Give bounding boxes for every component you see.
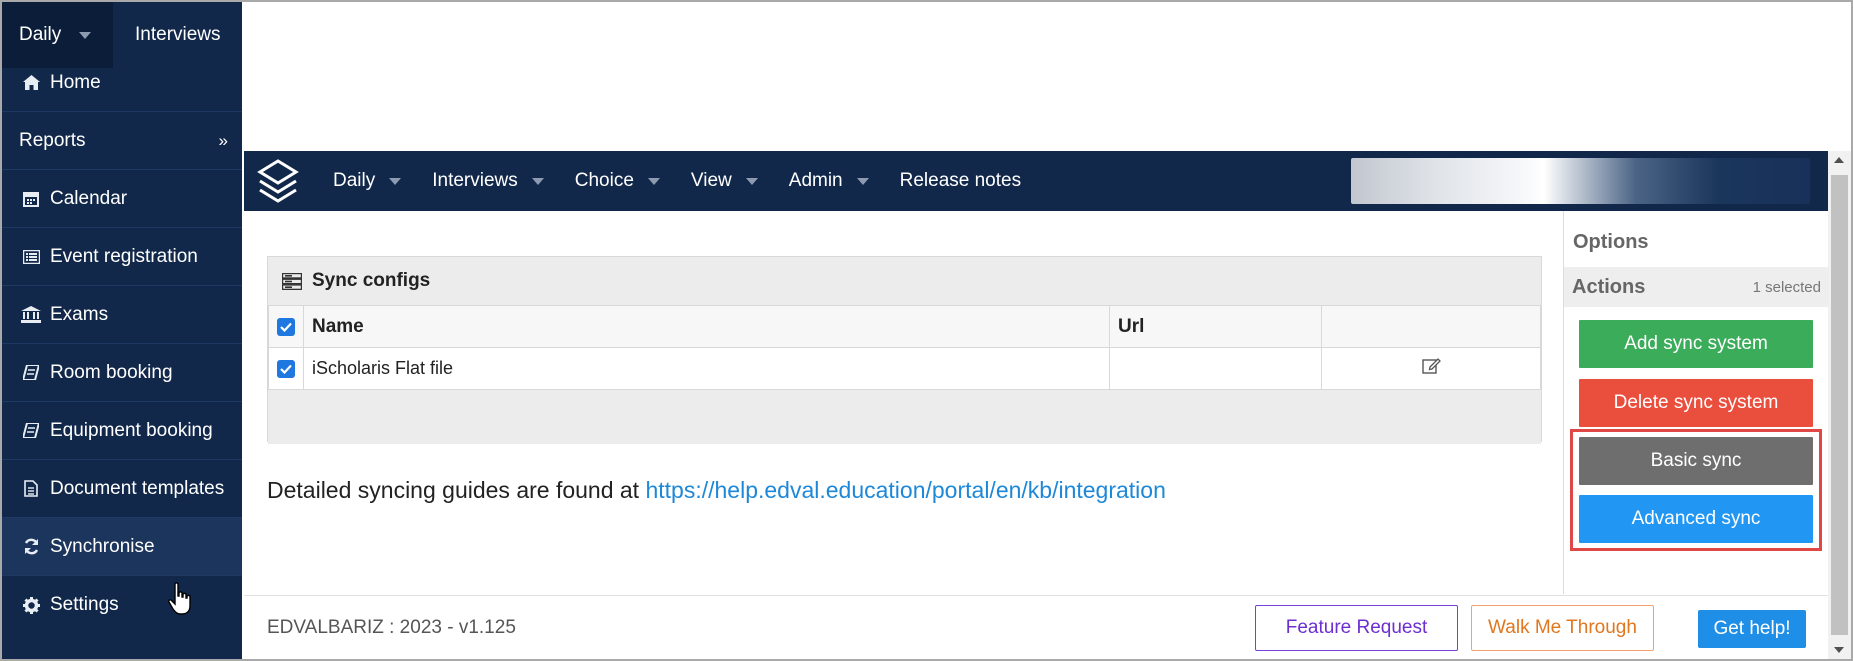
nav-choice[interactable]: Choice — [564, 151, 680, 211]
version-text: EDVALBARIZ : 2023 - v1.125 — [267, 617, 516, 638]
server-icon — [282, 272, 302, 290]
sidebar-item-synchronise[interactable]: Synchronise — [2, 518, 242, 576]
column-header-edit — [1321, 305, 1541, 348]
sidebar-item-label: Calendar — [50, 187, 128, 209]
guide-text: Detailed syncing guides are found at — [267, 477, 646, 503]
actions-label: Actions — [1572, 275, 1646, 298]
row-name: iScholaris Flat file — [303, 347, 1110, 390]
nav-release-notes[interactable]: Release notes — [889, 151, 1033, 211]
sync-guide-text: Detailed syncing guides are found at htt… — [267, 477, 1166, 504]
top-navbar: Daily Interviews Choice View Admin Relea… — [244, 151, 1828, 211]
walk-me-through-button[interactable]: Walk Me Through — [1471, 605, 1654, 651]
sidebar-item-label: Reports — [19, 129, 86, 151]
chevron-right-icon: » — [218, 130, 228, 150]
refresh-icon — [20, 538, 42, 555]
guide-link[interactable]: https://help.edval.education/portal/en/k… — [645, 477, 1165, 503]
sidebar-item-label: Settings — [50, 594, 119, 615]
edit-icon[interactable] — [1421, 358, 1441, 379]
page-footer: EDVALBARIZ : 2023 - v1.125 Feature Reque… — [244, 595, 1828, 659]
hand-cursor-icon — [168, 582, 191, 615]
sidebar-item-label: Equipment booking — [50, 419, 213, 441]
select-all-checkbox[interactable] — [277, 317, 295, 336]
sidebar-item-equipment-booking[interactable]: Equipment booking — [2, 402, 242, 460]
table-row[interactable]: iScholaris Flat file — [268, 347, 1541, 390]
caret-down-icon — [531, 177, 544, 185]
nav-view[interactable]: View — [680, 151, 778, 211]
calendar-icon — [20, 191, 42, 207]
nav-label: View — [690, 170, 732, 191]
column-header-url[interactable]: Url — [1109, 305, 1322, 348]
row-edit-cell — [1321, 347, 1541, 390]
sidebar-item-label: Synchronise — [50, 535, 155, 557]
row-checkbox-cell — [268, 347, 304, 390]
table-header-row: Name Url — [268, 305, 1541, 348]
scroll-up-icon[interactable] — [1834, 157, 1844, 163]
nav-admin[interactable]: Admin — [778, 151, 889, 211]
sidebar-item-settings[interactable]: Settings — [2, 576, 242, 634]
selected-count: 1 selected — [1752, 278, 1821, 296]
caret-down-icon — [745, 177, 758, 185]
list-icon — [20, 249, 42, 264]
gear-icon — [20, 596, 42, 614]
add-sync-system-button[interactable]: Add sync system — [1579, 320, 1813, 368]
panel-title: Sync configs — [312, 270, 431, 291]
sidebar-item-room-booking[interactable]: Room booking — [2, 344, 242, 402]
file-icon — [20, 480, 42, 497]
sidebar-tab-label: Interviews — [135, 24, 221, 45]
sidebar-item-label: Exams — [50, 303, 109, 325]
scroll-down-icon[interactable] — [1834, 647, 1844, 653]
caret-down-icon — [389, 177, 402, 185]
nav-interviews[interactable]: Interviews — [421, 151, 564, 211]
sidebar-item-calendar[interactable]: Calendar — [2, 170, 242, 228]
book-icon — [20, 365, 42, 380]
caret-down-icon — [856, 177, 869, 185]
nav-label: Release notes — [899, 170, 1022, 191]
vertical-scrollbar[interactable] — [1828, 151, 1851, 659]
sidebar-item-event-registration[interactable]: Event registration — [2, 228, 242, 286]
sidebar-tab-label: Daily — [19, 24, 62, 45]
panel-header: Sync configs — [268, 257, 1541, 305]
user-banner[interactable] — [1351, 158, 1810, 204]
highlight-box — [1570, 429, 1822, 551]
sidebar-item-document-templates[interactable]: Document templates — [2, 460, 242, 518]
select-all-cell — [268, 305, 304, 348]
sync-configs-table: Name Url iScholaris Flat file — [268, 305, 1541, 390]
row-checkbox[interactable] — [277, 359, 295, 378]
actions-header: Actions 1 selected — [1564, 267, 1829, 307]
sidebar-item-label: Document templates — [50, 477, 225, 499]
sidebar-item-exams[interactable]: Exams — [2, 286, 242, 344]
nav-label: Interviews — [432, 170, 518, 191]
options-title: Options — [1573, 231, 1649, 253]
sidebar-item-label: Room booking — [50, 361, 173, 383]
sidebar: Daily Interviews Home Reports » Calendar… — [2, 2, 242, 659]
book-icon — [20, 423, 42, 438]
sidebar-item-label: Event registration — [50, 245, 198, 267]
nav-label: Choice — [574, 170, 634, 191]
sidebar-item-home[interactable]: Home — [2, 54, 242, 112]
sidebar-item-reports[interactable]: Reports » — [2, 112, 242, 170]
delete-sync-system-button[interactable]: Delete sync system — [1579, 379, 1813, 427]
nav-daily[interactable]: Daily — [322, 151, 421, 211]
column-header-name[interactable]: Name — [303, 305, 1110, 348]
app-logo[interactable] — [244, 151, 312, 211]
sync-configs-panel: Sync configs Name Url iScholaris Flat fi… — [267, 256, 1542, 444]
feature-request-button[interactable]: Feature Request — [1255, 605, 1458, 651]
nav-label: Admin — [788, 170, 843, 191]
caret-down-icon — [647, 177, 660, 185]
row-url — [1109, 347, 1322, 390]
sidebar-item-label: Home — [50, 71, 101, 93]
caret-down-icon — [79, 31, 92, 39]
nav-label: Daily — [333, 170, 376, 191]
panel-footer — [268, 390, 1541, 444]
get-help-button[interactable]: Get help! — [1698, 610, 1806, 648]
layers-logo-icon — [257, 159, 299, 203]
scrollbar-thumb[interactable] — [1831, 175, 1848, 635]
bank-icon — [20, 306, 42, 323]
home-icon — [20, 75, 42, 90]
